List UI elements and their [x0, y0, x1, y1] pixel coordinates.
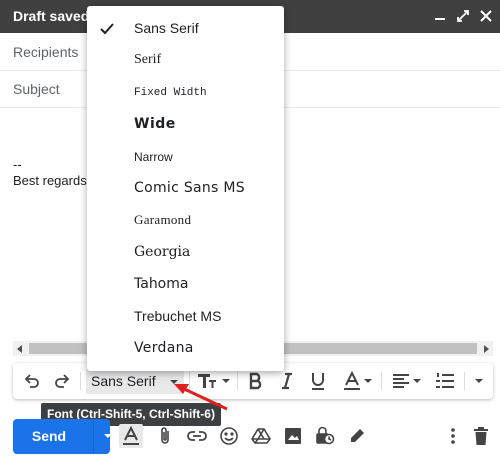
confidential-mode-icon[interactable] — [313, 424, 337, 448]
font-option-fixed-width[interactable]: Fixed Width — [87, 77, 284, 109]
font-option-label: Serif — [134, 52, 162, 67]
drive-icon[interactable] — [249, 424, 273, 448]
font-option-label: Garamond — [134, 212, 192, 227]
font-option-label: Verdana — [134, 340, 194, 356]
chevron-down-icon — [104, 434, 112, 438]
font-option-label: Georgia — [134, 244, 191, 260]
font-option-label: Narrow — [134, 150, 173, 164]
emoji-icon[interactable] — [217, 424, 241, 448]
formatting-options-icon[interactable] — [119, 424, 143, 448]
signature-icon[interactable] — [345, 424, 369, 448]
font-option-label: Wide — [134, 116, 176, 132]
font-option-trebuchet[interactable]: Trebuchet MS — [87, 301, 284, 333]
checkmark-icon — [99, 21, 115, 37]
font-option-label: Sans Serif — [134, 20, 199, 36]
link-icon[interactable] — [185, 424, 209, 448]
send-label: Send — [31, 428, 67, 444]
font-option-verdana[interactable]: Verdana — [87, 333, 284, 365]
font-option-garamond[interactable]: Garamond — [87, 205, 284, 237]
font-option-serif[interactable]: Serif — [87, 45, 284, 77]
send-button[interactable]: Send — [13, 419, 112, 454]
discard-draft-icon[interactable] — [469, 424, 493, 448]
font-option-label: Tahoma — [134, 276, 189, 292]
font-option-comic-sans[interactable]: Comic Sans MS — [87, 173, 284, 205]
font-option-label: Trebuchet MS — [134, 308, 222, 324]
attach-icon[interactable] — [153, 424, 177, 448]
font-option-tahoma[interactable]: Tahoma — [87, 269, 284, 301]
font-option-narrow[interactable]: Narrow — [87, 141, 284, 173]
font-option-georgia[interactable]: Georgia — [87, 237, 284, 269]
photo-icon[interactable] — [281, 424, 305, 448]
font-dropdown-menu: Sans Serif Serif Fixed Width Wide Narrow… — [87, 6, 284, 371]
more-options-icon[interactable] — [441, 424, 465, 448]
font-option-label: Fixed Width — [134, 87, 207, 99]
font-option-label: Comic Sans MS — [134, 180, 245, 196]
font-option-wide[interactable]: Wide — [87, 109, 284, 141]
font-option-sans-serif[interactable]: Sans Serif — [87, 13, 284, 45]
